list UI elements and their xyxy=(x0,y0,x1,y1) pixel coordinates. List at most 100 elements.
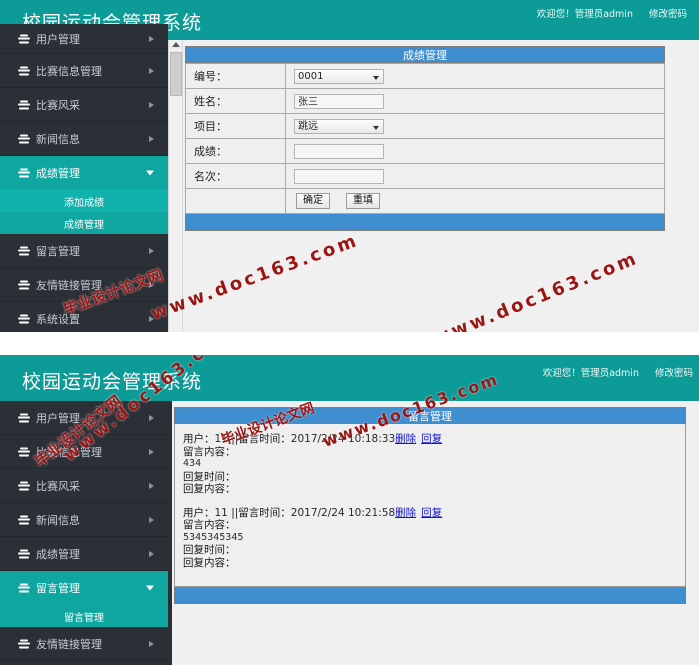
reply-link[interactable]: 回复 xyxy=(421,507,442,519)
scrollbar-thumb[interactable] xyxy=(170,52,182,96)
field-input-3[interactable] xyxy=(294,143,384,159)
sidebar-item-0[interactable]: 比赛信息管理 xyxy=(0,54,168,88)
sidebar-item-6[interactable]: 系统设置 xyxy=(0,302,168,332)
score-form-table: 编号： 0001 姓名： 张三 项目： 跳远成绩： 名次： 确定 重填 xyxy=(185,63,665,214)
submit-button[interactable]: 确定 xyxy=(296,193,330,209)
sidebar-item-2[interactable]: 新闻信息 xyxy=(0,122,168,156)
change-password-link[interactable]: 修改密码 xyxy=(655,365,693,379)
reply-content-label: 回复内容： xyxy=(183,483,236,495)
sidebar-item-label: 留言管理 xyxy=(36,581,80,595)
field-label: 姓名： xyxy=(185,88,286,114)
message-meta-line: 用户：11 ||留言时间：2017/2/24 10:21:58删除 回复 xyxy=(183,507,685,520)
field-input-1[interactable]: 张三 xyxy=(294,93,384,109)
user-label: 用户： xyxy=(183,433,215,445)
msg-time-value: 2017/2/24 10:18:33 xyxy=(290,433,396,445)
sidebar-item-label: 比赛风采 xyxy=(36,479,80,493)
sidebar-item-label: 留言管理 xyxy=(36,244,80,258)
sidebar-subitem-0[interactable]: 添加成绩 xyxy=(0,190,168,212)
message-entry: 用户：11 ||留言时间：2017/2/24 10:21:58删除 回复 留言内容：… xyxy=(183,507,685,570)
chevron-right-icon xyxy=(149,640,154,647)
sidebar-item-1[interactable]: 比赛风采 xyxy=(0,88,168,122)
sidebar-item-5[interactable]: 友情链接管理 xyxy=(0,268,168,302)
sidebar-item-users-partial[interactable]: 用户管理 xyxy=(0,24,168,54)
field-input-4[interactable] xyxy=(294,168,384,184)
app-title: 校园运动会管理系统 xyxy=(22,371,203,393)
stack-icon xyxy=(18,481,30,490)
user-label: 用户： xyxy=(183,506,215,519)
user-value: 11 xyxy=(214,433,228,445)
form-row: 名次： xyxy=(185,163,665,189)
field-value: 0001 xyxy=(298,70,324,82)
chevron-down-icon xyxy=(373,125,379,130)
sidebar-item-label: 友情链接管理 xyxy=(36,637,102,651)
stack-icon xyxy=(18,639,30,648)
sidebar-item-5[interactable]: 留言管理 xyxy=(0,571,168,605)
stack-icon xyxy=(18,280,30,289)
stack-icon xyxy=(18,413,30,422)
sidebar-subitem-label: 留言管理 xyxy=(64,612,104,624)
field-cell xyxy=(285,138,665,164)
sidebar-item-label: 友情链接管理 xyxy=(36,278,102,292)
chevron-right-icon xyxy=(149,482,154,489)
page-scrollbar-top[interactable] xyxy=(168,40,183,332)
msg-time-label: 留言时间： xyxy=(238,506,291,519)
user-value: 11 xyxy=(214,506,228,519)
msg-time-label: 留言时间： xyxy=(238,433,291,445)
field-cell: 跳远 xyxy=(285,113,665,139)
sidebar-item-6[interactable]: 友情链接管理 xyxy=(0,627,168,661)
sidebar-item-label: 新闻信息 xyxy=(36,513,80,527)
scroll-up-arrow-icon[interactable] xyxy=(172,42,180,47)
sidebar-subitem-label: 添加成绩 xyxy=(64,197,104,209)
browser-capture-bottom: 校园运动会管理系统 欢迎您！管理员admin 修改密码 用户管理 比赛信息管理 比赛… xyxy=(0,355,699,665)
score-management-card: 成绩管理 编号： 0001 姓名： 张三 项目： 跳远成绩： 名次： 确定 重填 xyxy=(185,46,665,231)
reply-time-label: 回复时间： xyxy=(183,470,236,483)
reply-link[interactable]: 回复 xyxy=(421,433,442,445)
message-meta-line: 用户：11 ||留言时间：2017/2/24 10:18:33删除 回复 xyxy=(183,433,685,446)
empty-cell xyxy=(185,188,286,214)
stack-icon xyxy=(18,515,30,524)
sidebar-subitem-label: 成绩管理 xyxy=(64,219,104,231)
field-cell: 张三 xyxy=(285,88,665,114)
delete-link[interactable]: 删除 xyxy=(395,507,416,519)
msg-content-label: 留言内容： xyxy=(183,519,236,531)
sidebar-nav-list-top: 比赛信息管理 比赛风采 新闻信息 成绩管理 添加成绩 成绩管理 留言管理 友情链接管理 系统设置… xyxy=(0,54,168,332)
sidebar-item-3[interactable]: 成绩管理 xyxy=(0,156,168,190)
body-row-top: 用户管理 比赛信息管理 比赛风采 新闻信息 成绩管理 添加成绩 成绩管理 留言管理 友情链接管… xyxy=(0,24,699,332)
card-title: 成绩管理 xyxy=(185,46,665,63)
chevron-down-icon xyxy=(146,585,154,590)
sidebar-item-label: 新闻信息 xyxy=(36,132,80,146)
sidebar-top: 用户管理 比赛信息管理 比赛风采 新闻信息 成绩管理 添加成绩 成绩管理 留言管理 友情链接管… xyxy=(0,24,168,332)
sidebar-item-7[interactable]: 系统设置 xyxy=(0,661,168,665)
chevron-down-icon xyxy=(146,170,154,175)
sidebar-item-0[interactable]: 用户管理 xyxy=(0,401,168,435)
sidebar-submenu: 添加成绩 成绩管理 xyxy=(0,190,168,234)
welcome-text: 欢迎您！管理员admin xyxy=(536,9,633,20)
form-row: 成绩： xyxy=(185,138,665,164)
sidebar-item-4[interactable]: 留言管理 xyxy=(0,234,168,268)
field-value: 张三 xyxy=(298,96,318,108)
sidebar-item-label: 成绩管理 xyxy=(36,547,80,561)
sidebar-item-4[interactable]: 成绩管理 xyxy=(0,537,168,571)
card-title: 留言管理 xyxy=(174,407,686,424)
field-select-2[interactable]: 跳远 xyxy=(294,118,384,134)
chevron-right-icon xyxy=(149,550,154,557)
sidebar-item-2[interactable]: 比赛风采 xyxy=(0,469,168,503)
reset-button[interactable]: 重填 xyxy=(346,193,380,209)
change-password-link[interactable]: 修改密码 xyxy=(649,6,687,20)
msg-content-value: 434 xyxy=(183,458,202,469)
sidebar-item-1[interactable]: 比赛信息管理 xyxy=(0,435,168,469)
stack-icon xyxy=(18,168,30,177)
reply-time-label: 回复时间： xyxy=(183,544,236,556)
stack-icon xyxy=(18,314,30,323)
field-label: 编号： xyxy=(185,63,286,89)
sidebar-item-label: 比赛信息管理 xyxy=(36,64,102,78)
sidebar-item-3[interactable]: 新闻信息 xyxy=(0,503,168,537)
delete-link[interactable]: 删除 xyxy=(395,433,416,445)
field-select-0[interactable]: 0001 xyxy=(294,68,384,84)
sidebar-subitem-0[interactable]: 留言管理 xyxy=(0,605,168,627)
chevron-right-icon xyxy=(149,315,154,322)
sidebar-subitem-1[interactable]: 成绩管理 xyxy=(0,212,168,234)
capture-gap xyxy=(0,332,699,355)
chevron-right-icon xyxy=(149,281,154,288)
field-label: 项目： xyxy=(185,113,286,139)
